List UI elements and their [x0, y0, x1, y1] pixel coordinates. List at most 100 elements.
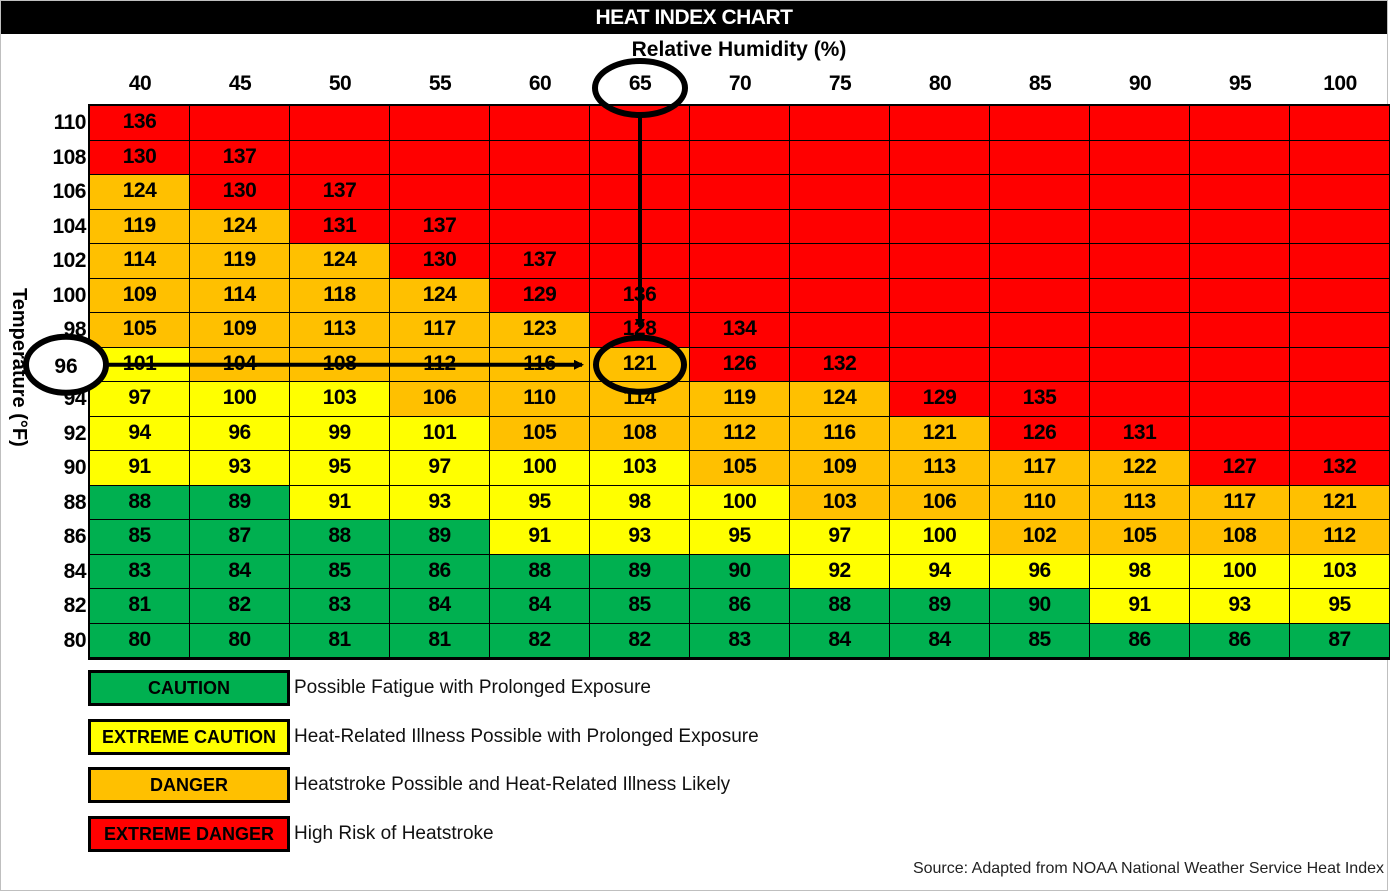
y-tick-label: 100 — [52, 283, 86, 307]
heat-index-cell: 97 — [790, 520, 890, 555]
heat-index-cell: 94 — [90, 416, 190, 451]
heat-index-cell: 91 — [490, 520, 590, 555]
heat-index-cell — [1290, 313, 1390, 348]
heat-index-cell: 117 — [390, 313, 490, 348]
heat-index-cell — [1290, 175, 1390, 210]
heat-index-cell — [290, 106, 390, 141]
heat-index-cell: 108 — [590, 416, 690, 451]
heat-index-cell — [990, 244, 1090, 279]
legend-description: Possible Fatigue with Prolonged Exposure — [294, 677, 651, 698]
heat-index-cell: 88 — [290, 520, 390, 555]
x-tick-label: 75 — [828, 72, 852, 95]
heat-index-cell: 116 — [490, 347, 590, 382]
heat-index-cell — [890, 278, 990, 313]
heat-index-cell — [1290, 382, 1390, 417]
heat-index-cell: 85 — [290, 554, 390, 589]
heat-index-cell — [990, 313, 1090, 348]
heat-index-cell: 117 — [1190, 485, 1290, 520]
x-tick-label: 60 — [528, 72, 552, 95]
heat-index-cell: 121 — [590, 347, 690, 382]
heat-index-cell: 121 — [1290, 485, 1390, 520]
heat-index-cell: 81 — [290, 623, 390, 658]
heat-index-cell: 89 — [890, 589, 990, 624]
heat-index-cell: 86 — [1190, 623, 1290, 658]
heat-index-cell — [390, 175, 490, 210]
y-tick-label: 98 — [63, 318, 87, 341]
heat-index-cell — [190, 106, 290, 141]
heat-index-cell — [790, 106, 890, 141]
heat-index-cell: 105 — [490, 416, 590, 451]
heat-index-cell: 113 — [890, 451, 990, 486]
heat-index-cell: 91 — [290, 485, 390, 520]
heat-index-cell — [1090, 175, 1190, 210]
heat-index-cell: 94 — [890, 554, 990, 589]
heat-index-cell — [1190, 278, 1290, 313]
heat-index-cell — [1090, 278, 1190, 313]
heat-index-cell: 130 — [190, 175, 290, 210]
heat-index-cell: 109 — [790, 451, 890, 486]
heat-index-cell — [1190, 347, 1290, 382]
heat-index-cell: 104 — [190, 347, 290, 382]
heat-index-cell: 114 — [90, 244, 190, 279]
heat-index-cell: 137 — [390, 209, 490, 244]
heat-index-cell — [690, 244, 790, 279]
x-tick-label: 50 — [328, 72, 352, 95]
x-tick-label: 45 — [228, 72, 252, 95]
heat-index-grid: 136 130 137 124 130 137 119 124 131 137 114 119 124 1… — [88, 104, 1390, 660]
heat-index-cell — [990, 278, 1090, 313]
heat-index-cell — [1090, 209, 1190, 244]
heat-index-cell: 110 — [490, 382, 590, 417]
heat-index-cell: 84 — [190, 554, 290, 589]
heat-index-cell: 105 — [90, 313, 190, 348]
heat-index-cell — [890, 106, 990, 141]
legend-description: High Risk of Heatstroke — [294, 822, 494, 844]
y-tick-label: 108 — [52, 145, 86, 169]
heat-index-cell: 136 — [90, 106, 190, 141]
heat-index-cell: 132 — [1290, 451, 1390, 486]
heat-index-cell — [390, 140, 490, 175]
heat-index-cell: 110 — [990, 485, 1090, 520]
heat-index-cell: 109 — [190, 313, 290, 348]
y-tick-label: 104 — [52, 214, 86, 238]
heat-index-cell: 100 — [1190, 554, 1290, 589]
heat-index-cell: 114 — [590, 382, 690, 417]
heat-index-cell: 85 — [590, 589, 690, 624]
y-tick-label: 92 — [63, 421, 87, 445]
heat-index-cell — [1190, 209, 1290, 244]
y-tick-label: 94 — [63, 387, 87, 410]
x-tick-label: 90 — [1128, 72, 1152, 95]
heat-index-cell: 113 — [290, 313, 390, 348]
heat-index-cell — [1190, 244, 1290, 279]
y-tick-label: 84 — [63, 559, 87, 583]
heat-index-cell: 83 — [290, 589, 390, 624]
heat-index-cell: 119 — [90, 209, 190, 244]
heat-index-cell: 85 — [90, 520, 190, 555]
heat-index-cell: 103 — [790, 485, 890, 520]
heat-index-cell — [890, 209, 990, 244]
heat-index-cell: 103 — [590, 451, 690, 486]
heat-index-cell: 93 — [390, 485, 490, 520]
heat-index-cell: 85 — [990, 623, 1090, 658]
x-tick-label: 70 — [728, 72, 752, 95]
heat-index-cell: 109 — [90, 278, 190, 313]
heat-index-cell: 93 — [1190, 589, 1290, 624]
heat-index-cell: 137 — [290, 175, 390, 210]
heat-index-cell — [1190, 140, 1290, 175]
heat-index-cell: 116 — [790, 416, 890, 451]
heat-index-cell — [1290, 347, 1390, 382]
heat-index-cell — [690, 278, 790, 313]
heat-index-cell — [590, 175, 690, 210]
heat-index-cell: 119 — [190, 244, 290, 279]
heat-index-cell: 101 — [390, 416, 490, 451]
y-tick-label: 86 — [63, 525, 87, 548]
heat-index-cell — [890, 313, 990, 348]
heat-index-cell — [790, 278, 890, 313]
heat-index-cell: 93 — [590, 520, 690, 555]
heat-index-cell: 106 — [390, 382, 490, 417]
x-axis-title: Relative Humidity (%) — [631, 38, 847, 61]
heat-index-cell: 86 — [690, 589, 790, 624]
heat-index-cell: 97 — [390, 451, 490, 486]
heat-index-cell: 95 — [290, 451, 390, 486]
heat-index-cell: 119 — [690, 382, 790, 417]
heat-index-cell — [590, 209, 690, 244]
